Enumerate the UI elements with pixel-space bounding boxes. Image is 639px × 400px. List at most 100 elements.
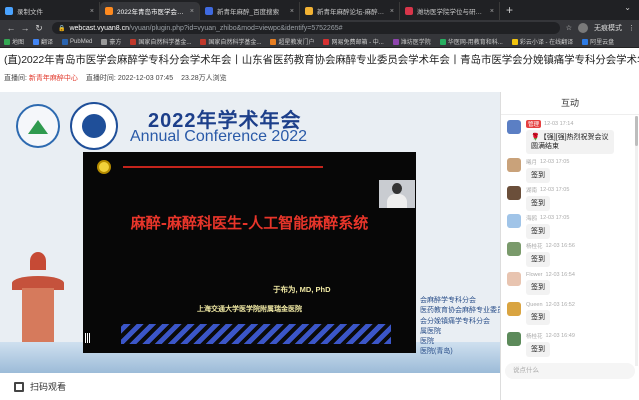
host-info: 直播间: 新青年麻醉中心: [4, 73, 78, 83]
bookmark-label: 华医网-用教育和科...: [447, 40, 503, 46]
chat-message: 曦月 12-03 17:05 签到: [507, 158, 635, 183]
browser-tab[interactable]: 2022年青岛市医学会麻醉学×: [100, 2, 200, 20]
tab-label: 新青年麻醉论坛-麻醉医生的网站: [317, 9, 387, 16]
tab-label: 新青年麻醉_百度搜索: [217, 9, 280, 16]
bookmark-item[interactable]: 豪方: [101, 37, 121, 46]
bookmark-item[interactable]: 国家自然科学基金...: [130, 37, 191, 46]
close-tab-icon[interactable]: ×: [390, 8, 394, 15]
browser-tab[interactable]: 潍坊医学院学位与研究生教育管×: [400, 2, 500, 20]
lotus-logo-icon: [97, 160, 111, 174]
browser-tab[interactable]: 新青年麻醉论坛-麻醉医生的网站×: [300, 2, 400, 20]
new-tab-button[interactable]: +: [500, 2, 519, 20]
chat-time: 12-03 16:54: [545, 272, 575, 278]
chat-message: 湖南 12-03 17:05 签到: [507, 186, 635, 211]
bookmark-item[interactable]: 超星教发门户: [270, 37, 314, 46]
view-count: 23.28万人浏览: [181, 75, 227, 82]
page-title: (直)2022年青岛市医学会麻醉学专科分会学术年会丨山东省医药教育协会麻醉专业委…: [4, 54, 639, 66]
url-host: webcast.vyuan8.cn: [69, 24, 130, 32]
chat-username: 曦月: [526, 160, 538, 166]
tab-list-chevron-icon[interactable]: ⌄: [624, 3, 631, 12]
tab-favicon-icon: [105, 7, 113, 15]
avatar[interactable]: [507, 332, 521, 346]
host-link[interactable]: 新青年麻醉中心: [29, 75, 78, 82]
chat-message: 管理 12-03 17:14 🌹【强][强]热烈祝贺会议圆满结束: [507, 120, 635, 154]
bookmark-label: 国家自然科学基金...: [208, 40, 262, 46]
qr-code-icon[interactable]: [14, 381, 24, 392]
browser-tab[interactable]: 录制文件 ×: [0, 2, 100, 20]
close-tab-icon[interactable]: ×: [290, 8, 294, 15]
chat-message: 杨桂花 12-03 16:56 签到: [507, 242, 635, 267]
avatar[interactable]: [507, 120, 521, 134]
bookmark-item[interactable]: 彩云小译 - 在线翻译: [511, 37, 574, 46]
chat-username: 杨桂花: [526, 334, 543, 340]
bookmark-label: 超星教发门户: [278, 40, 315, 46]
bookmark-favicon-icon: [582, 38, 589, 45]
close-tab-icon[interactable]: ×: [490, 8, 494, 15]
bookmark-label: 网易免费邮箱 - 中...: [331, 40, 384, 46]
time-info: 直播时间: 2022-12-03 07:45: [86, 73, 173, 83]
organizer-label: 医院(青岛): [420, 348, 453, 356]
browser-tab[interactable]: 新青年麻醉_百度搜索 ×: [200, 2, 300, 20]
interaction-header[interactable]: 互动: [501, 92, 639, 115]
avatar[interactable]: [507, 214, 521, 228]
chat-bubble: 签到: [526, 310, 550, 325]
bookmark-favicon-icon: [33, 38, 40, 45]
bookmark-item[interactable]: 翻译: [33, 37, 53, 46]
url-field[interactable]: 🔒 webcast.vyuan8.cn/vyuan/plugin.php?id=…: [52, 22, 560, 34]
close-tab-icon[interactable]: ×: [190, 8, 194, 15]
chat-bubble: 签到: [526, 196, 550, 211]
tab-label: 2022年青岛市医学会麻醉学: [117, 9, 187, 16]
reload-icon[interactable]: ↻: [32, 23, 46, 34]
chat-message: Queen 12-03 16:52 签到: [507, 302, 635, 325]
chat-time: 12-03 17:05: [540, 215, 570, 221]
scan-to-watch-button[interactable]: 扫码观看: [30, 380, 66, 393]
bookmark-item[interactable]: 潍坊医学院: [392, 37, 431, 46]
bookmark-item[interactable]: 华医网-用教育和科...: [439, 37, 503, 46]
bookmark-favicon-icon: [392, 38, 399, 45]
star-icon[interactable]: ☆: [566, 24, 572, 32]
society-logo: [16, 104, 60, 148]
bookmarks-bar: 地图 翻译 PubMed 豪方 国家自然科学基金... 国家自然科学基金... 超星教发门户…: [0, 36, 639, 48]
slide-divider: [123, 166, 323, 168]
slide-author: 于布为, MD, PhD: [273, 285, 331, 294]
bookmark-favicon-icon: [4, 38, 10, 45]
chat-scrollbar-thumb[interactable]: [635, 116, 638, 146]
bookmark-item[interactable]: 网易免费邮箱 - 中...: [323, 37, 384, 46]
forward-icon[interactable]: →: [18, 23, 32, 33]
bookmark-favicon-icon: [439, 38, 446, 45]
url-path: /vyuan/plugin.php?id=vyuan_zhibo&mod=vie…: [129, 24, 343, 32]
avatar[interactable]: [507, 272, 521, 286]
chat-bubble: 签到: [526, 280, 550, 295]
bookmark-label: 彩云小译 - 在线翻译: [519, 40, 574, 46]
bookmark-favicon-icon: [323, 38, 330, 45]
bookmark-favicon-icon: [101, 38, 108, 45]
address-toolbar: ← → ↻ 🔒 webcast.vyuan8.cn/vyuan/plugin.p…: [0, 20, 639, 36]
bookmark-label: 翻译: [41, 40, 54, 46]
close-tab-icon[interactable]: ×: [90, 8, 94, 15]
chat-scrollbar-track[interactable]: [635, 116, 638, 366]
bookmark-item[interactable]: 阿里云盘: [582, 37, 614, 46]
avatar[interactable]: [507, 242, 521, 256]
tab-label: 潍坊医学院学位与研究生教育管: [417, 9, 487, 16]
incognito-avatar-icon[interactable]: [578, 23, 588, 33]
avatar[interactable]: [507, 302, 521, 316]
conference-title-en: Annual Conference 2022: [130, 128, 308, 145]
tab-favicon-icon: [405, 7, 413, 15]
slide-decoration: [121, 324, 391, 344]
bookmark-item[interactable]: PubMed: [62, 38, 92, 45]
bookmark-item[interactable]: 国家自然科学基金...: [200, 37, 261, 46]
bookmark-favicon-icon: [200, 38, 207, 45]
incognito-mode-label[interactable]: 无痕模式: [594, 23, 622, 33]
chat-input[interactable]: 说点什么: [505, 363, 635, 379]
video-player[interactable]: 2022年学术年会 Annual Conference 2022 会麻醉学专科分…: [0, 92, 500, 373]
video-footer: 扫码观看: [0, 373, 500, 400]
menu-icon[interactable]: ⋮: [628, 24, 635, 32]
time-value: 2022-12-03 07:45: [117, 75, 174, 82]
avatar[interactable]: [507, 186, 521, 200]
slide-title: 麻醉-麻醉科医生-人工智能麻醉系统: [130, 214, 369, 232]
bookmark-item[interactable]: 地图: [4, 37, 24, 46]
bookmark-label: 国家自然科学基金...: [138, 40, 192, 46]
back-icon[interactable]: ←: [4, 23, 18, 33]
chat-bubble: 签到: [526, 224, 550, 239]
avatar[interactable]: [507, 158, 521, 172]
